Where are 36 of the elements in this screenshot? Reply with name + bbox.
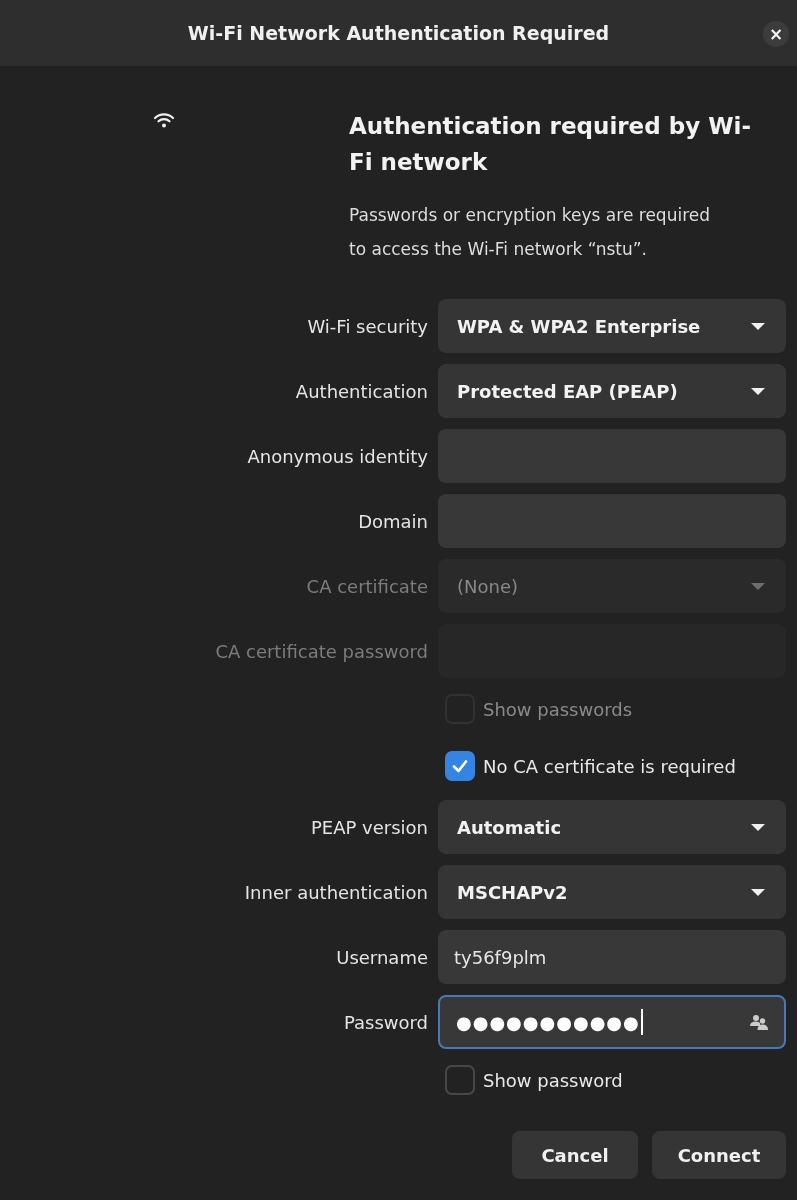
dropdown[interactable]: Automatic — [438, 800, 786, 854]
field-label: Password — [343, 1010, 428, 1035]
checkmark-icon — [451, 757, 469, 775]
checkbox-label: No CA certificate is required — [483, 754, 736, 779]
password-field[interactable]: ●●●●●●●●●●● — [438, 995, 786, 1049]
checkbox[interactable] — [445, 1065, 475, 1095]
users-icon[interactable] — [750, 1014, 768, 1030]
field-label: Wi-Fi security — [307, 314, 428, 339]
text-field[interactable]: ty56f9plm — [438, 930, 786, 984]
dropdown[interactable]: WPA & WPA2 Enterprise — [438, 299, 786, 353]
dropdown-arrow-icon — [750, 822, 766, 832]
field-label: Authentication — [295, 379, 428, 404]
dropdown-arrow-icon — [750, 321, 766, 331]
dropdown[interactable]: MSCHAPv2 — [438, 865, 786, 919]
dropdown-arrow-icon — [750, 386, 766, 396]
field-label: CA certificate password — [215, 639, 428, 664]
dialog-heading: Authentication required by Wi-Fi network — [349, 112, 752, 177]
checkbox[interactable] — [445, 751, 475, 781]
dropdown[interactable]: Protected EAP (PEAP) — [438, 364, 786, 418]
wifi-icon — [154, 112, 174, 128]
checkbox-label: Show passwords — [483, 697, 633, 722]
close-button[interactable]: × — [763, 21, 789, 47]
checkbox-label: Show password — [483, 1068, 623, 1093]
dialog-description: Passwords or encryption keys are required to access the Wi-Fi network “nstu”. — [349, 204, 711, 261]
window-title: Wi-Fi Network Authentication Required — [187, 20, 610, 46]
field-label: PEAP version — [310, 815, 428, 840]
field-label: Anonymous identity — [247, 444, 428, 469]
cancel-button[interactable]: Cancel — [512, 1131, 638, 1179]
connect-button[interactable]: Connect — [652, 1131, 786, 1179]
field-label: Inner authentication — [244, 880, 428, 905]
dropdown-arrow-icon — [750, 581, 766, 591]
field-label: Username — [336, 945, 428, 970]
dropdown-arrow-icon — [750, 887, 766, 897]
field-label: CA certificate — [306, 574, 428, 599]
text-cursor — [640, 1009, 643, 1035]
field-label: Domain — [358, 509, 428, 534]
